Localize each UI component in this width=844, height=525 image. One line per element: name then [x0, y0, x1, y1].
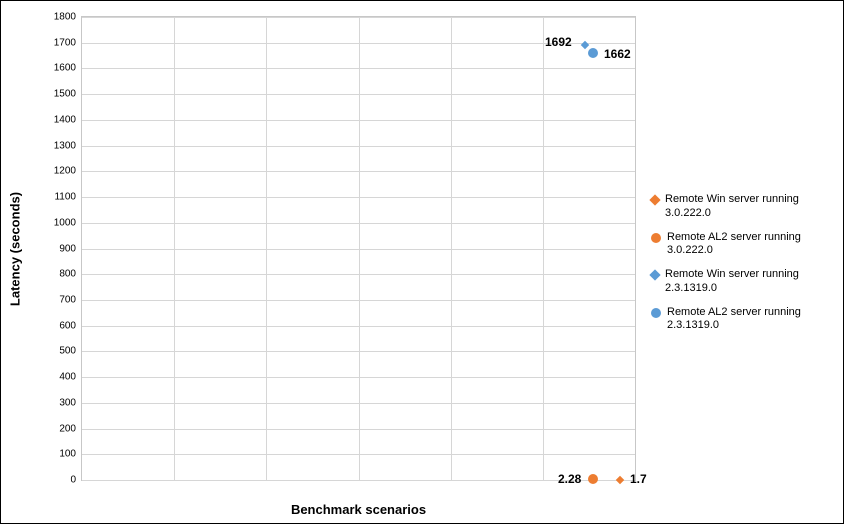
y-tick-label: 1000	[54, 217, 76, 228]
point-al2-2-3-1319	[588, 48, 598, 58]
legend-label: Remote AL2 server running 3.0.222.0	[667, 231, 836, 259]
legend-item: Remote Win server running 2.3.1319.0	[651, 268, 836, 296]
y-tick-label: 1300	[54, 140, 76, 151]
data-label: 2.28	[558, 472, 581, 486]
y-tick-label: 400	[59, 372, 76, 383]
data-label: 1662	[604, 47, 631, 61]
y-tick-label: 800	[59, 269, 76, 280]
gridline-h: 0	[82, 480, 635, 481]
gridline-v	[451, 17, 452, 480]
gridline-v	[359, 17, 360, 480]
y-tick-label: 700	[59, 295, 76, 306]
gridline-v	[266, 17, 267, 480]
plot-area: 1800 1700 1600 1500 1400 1300 1200 1100 …	[81, 16, 636, 481]
y-tick-label: 0	[70, 475, 76, 486]
circle-icon	[651, 308, 661, 318]
legend-label: Remote Win server running 2.3.1319.0	[665, 268, 836, 296]
diamond-icon	[649, 194, 660, 205]
point-al2-3-0-222	[588, 474, 598, 484]
y-axis-label: Latency (seconds)	[8, 192, 23, 306]
y-tick-label: 600	[59, 320, 76, 331]
y-tick-label: 1200	[54, 166, 76, 177]
gridline-v	[543, 17, 544, 480]
y-tick-label: 1700	[54, 37, 76, 48]
diamond-icon	[649, 269, 660, 280]
legend-item: Remote Win server running 3.0.222.0	[651, 193, 836, 221]
y-tick-label: 1500	[54, 89, 76, 100]
data-label: 1.7	[630, 472, 647, 486]
legend-label: Remote Win server running 3.0.222.0	[665, 193, 836, 221]
y-tick-label: 1400	[54, 114, 76, 125]
x-axis-label: Benchmark scenarios	[81, 502, 636, 517]
y-tick-label: 1100	[54, 192, 76, 203]
gridline-v	[174, 17, 175, 480]
legend-item: Remote AL2 server running 3.0.222.0	[651, 231, 836, 259]
point-win-3-0-222	[616, 475, 624, 483]
y-tick-label: 100	[59, 449, 76, 460]
y-tick-label: 200	[59, 423, 76, 434]
legend-item: Remote AL2 server running 2.3.1319.0	[651, 306, 836, 334]
y-axis-label-wrap: Latency (seconds)	[15, 1, 35, 525]
y-tick-label: 1600	[54, 63, 76, 74]
y-tick-label: 1800	[54, 12, 76, 23]
y-tick-label: 300	[59, 397, 76, 408]
circle-icon	[651, 233, 661, 243]
y-tick-label: 500	[59, 346, 76, 357]
chart-frame: Latency (seconds) 1800 1700 1600 1500 14…	[0, 0, 844, 524]
data-label: 1692	[545, 35, 572, 49]
y-tick-label: 900	[59, 243, 76, 254]
legend: Remote Win server running 3.0.222.0 Remo…	[651, 193, 836, 343]
legend-label: Remote AL2 server running 2.3.1319.0	[667, 306, 836, 334]
